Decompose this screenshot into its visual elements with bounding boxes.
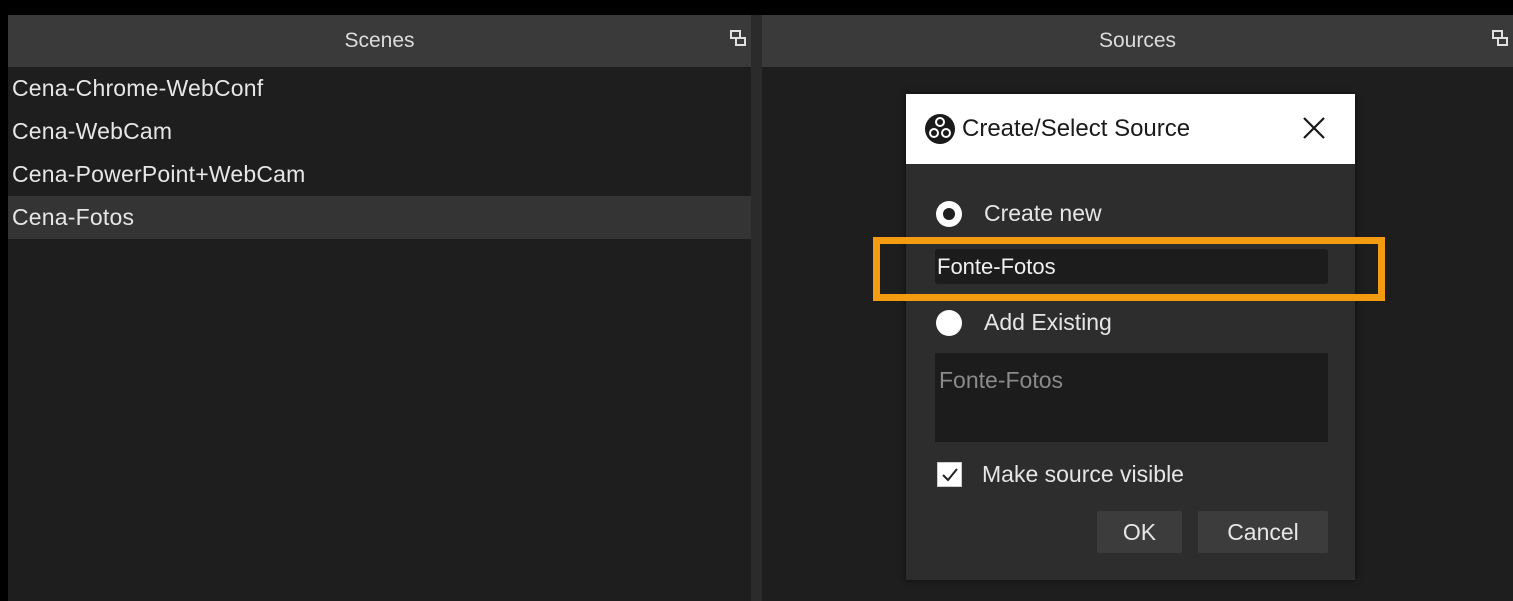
make-visible-checkbox-row[interactable]: Make source visible (937, 461, 1184, 488)
scene-item-powerpoint-webcam[interactable]: Cena-PowerPoint+WebCam (8, 153, 751, 196)
cancel-button[interactable]: Cancel (1198, 511, 1328, 553)
make-visible-checkbox[interactable] (937, 462, 962, 487)
add-existing-label: Add Existing (984, 309, 1112, 335)
scene-item-webcam[interactable]: Cena-WebCam (8, 110, 751, 153)
undock-icon[interactable] (729, 29, 747, 47)
existing-sources-list[interactable]: Fonte-Fotos (935, 353, 1328, 442)
scene-list: Cena-Chrome-WebConf Cena-WebCam Cena-Pow… (8, 67, 751, 239)
dock-splitter[interactable] (751, 15, 762, 601)
sources-header: Sources (762, 15, 1513, 67)
scene-item-fotos[interactable]: Cena-Fotos (8, 196, 751, 239)
radio-checked-icon[interactable] (936, 200, 962, 227)
ok-button[interactable]: OK (1097, 511, 1182, 553)
create-new-label: Create new (984, 200, 1102, 226)
radio-unchecked-icon[interactable] (936, 309, 962, 336)
close-icon[interactable] (1299, 113, 1329, 143)
source-name-input[interactable] (935, 249, 1328, 284)
checkmark-icon (941, 467, 958, 481)
create-select-source-dialog: Create/Select Source Create new Add Exis… (906, 94, 1355, 580)
scenes-title: Scenes (344, 29, 415, 52)
scene-item-chrome-webconf[interactable]: Cena-Chrome-WebConf (8, 67, 751, 110)
create-new-radio[interactable]: Create new (936, 200, 1102, 227)
scenes-header: Scenes (8, 15, 751, 67)
make-visible-label: Make source visible (982, 461, 1184, 487)
dialog-title: Create/Select Source (962, 115, 1191, 142)
existing-source-item[interactable]: Fonte-Fotos (939, 367, 1328, 394)
obs-logo-icon (925, 114, 955, 144)
add-existing-radio[interactable]: Add Existing (936, 309, 1112, 336)
scenes-dock: Scenes Cena-Chrome-WebConf Cena-WebCam C… (8, 15, 751, 601)
sources-title: Sources (1098, 29, 1177, 52)
undock-icon[interactable] (1491, 29, 1509, 47)
dialog-titlebar: Create/Select Source (906, 94, 1355, 164)
